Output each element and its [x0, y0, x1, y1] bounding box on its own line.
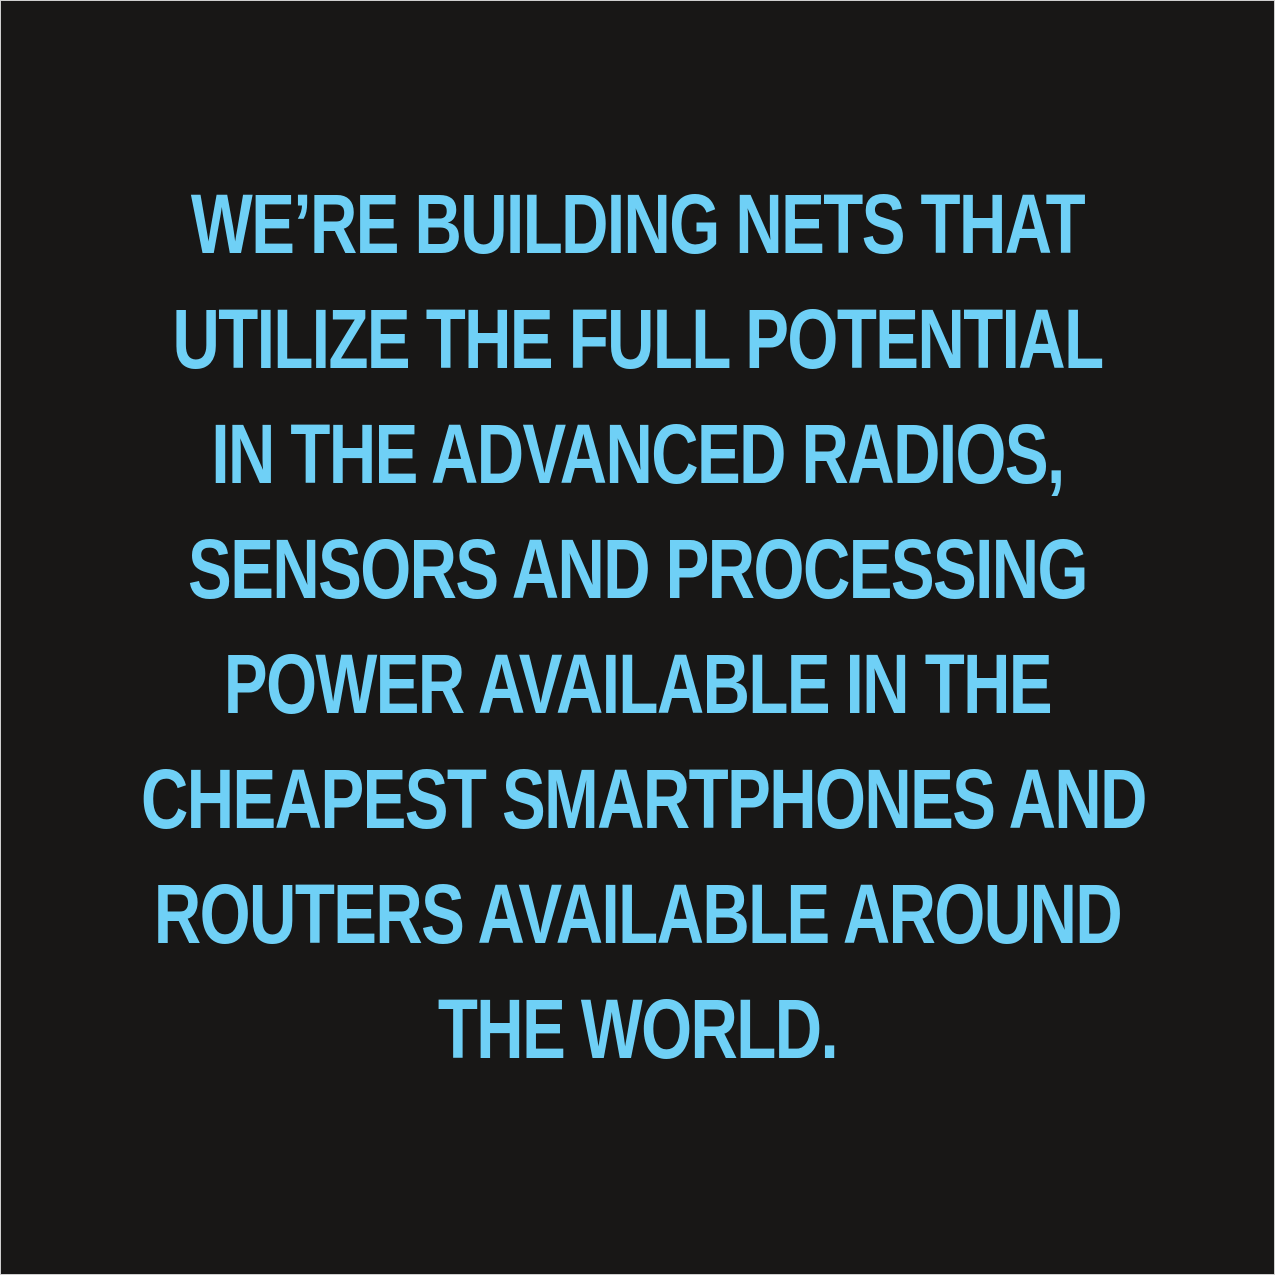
quote-line: UTILIZE THE FULL POTENTIAL	[172, 292, 1104, 386]
quote-line: WE’RE BUILDING NETS THAT	[190, 177, 1086, 271]
quote-line: POWER AVAILABLE IN THE	[223, 637, 1053, 731]
quote-text: WE’RE BUILDING NETS THAT UTILIZE THE FUL…	[1, 167, 1274, 1087]
quote-line: CHEAPEST SMARTPHONES AND	[141, 752, 1147, 846]
quote-line: THE WORLD.	[437, 982, 839, 1076]
quote-line: SENSORS AND PROCESSING	[188, 522, 1088, 616]
quote-line: IN THE ADVANCED RADIOS,	[211, 407, 1065, 501]
quote-card: WE’RE BUILDING NETS THAT UTILIZE THE FUL…	[0, 0, 1275, 1275]
quote-line: ROUTERS AVAILABLE AROUND	[153, 867, 1123, 961]
